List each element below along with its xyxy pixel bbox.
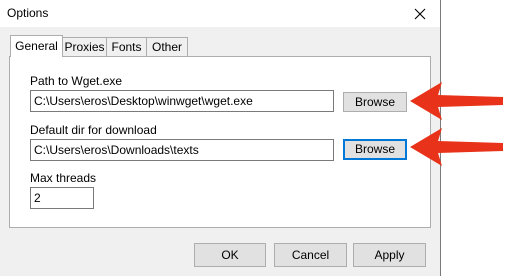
browse-wget-button[interactable]: Browse — [343, 92, 407, 112]
browse-download-dir-button-label: Browse — [354, 142, 395, 156]
tab-fonts-label: Fonts — [111, 40, 142, 54]
close-icon — [414, 8, 426, 19]
options-dialog: Options General Proxies Fonts Other Path… — [0, 0, 441, 276]
tab-other[interactable]: Other — [146, 37, 188, 56]
tab-general-label: General — [15, 39, 58, 53]
browse-wget-button-label: Browse — [354, 95, 395, 109]
browse-download-dir-button[interactable]: Browse — [343, 139, 407, 160]
tab-general[interactable]: General — [10, 35, 63, 57]
max-threads-input[interactable]: 2 — [30, 187, 94, 209]
arrow-left-icon — [410, 82, 503, 120]
download-dir-input[interactable]: C:\Users\eros\Downloads\texts — [30, 139, 334, 161]
ok-button-label: OK — [221, 248, 239, 262]
tab-proxies[interactable]: Proxies — [62, 37, 107, 56]
window-title: Options — [7, 6, 49, 20]
close-button[interactable] — [400, 0, 440, 27]
arrow-left-icon — [410, 128, 503, 166]
cancel-button[interactable]: Cancel — [274, 243, 347, 267]
apply-button[interactable]: Apply — [353, 243, 426, 267]
general-panel: Path to Wget.exe C:\Users\eros\Desktop\w… — [9, 56, 431, 228]
max-threads-label: Max threads — [30, 171, 97, 185]
tab-other-label: Other — [151, 40, 182, 54]
download-dir-label: Default dir for download — [30, 123, 157, 137]
wget-path-input[interactable]: C:\Users\eros\Desktop\winwget\wget.exe — [30, 90, 334, 112]
apply-button-label: Apply — [374, 248, 405, 262]
tab-proxies-label: Proxies — [64, 40, 105, 54]
cancel-button-label: Cancel — [291, 248, 330, 262]
ok-button[interactable]: OK — [194, 243, 266, 267]
tab-fonts[interactable]: Fonts — [106, 37, 147, 56]
title-bar: Options — [0, 0, 440, 27]
wget-path-label: Path to Wget.exe — [30, 74, 123, 88]
